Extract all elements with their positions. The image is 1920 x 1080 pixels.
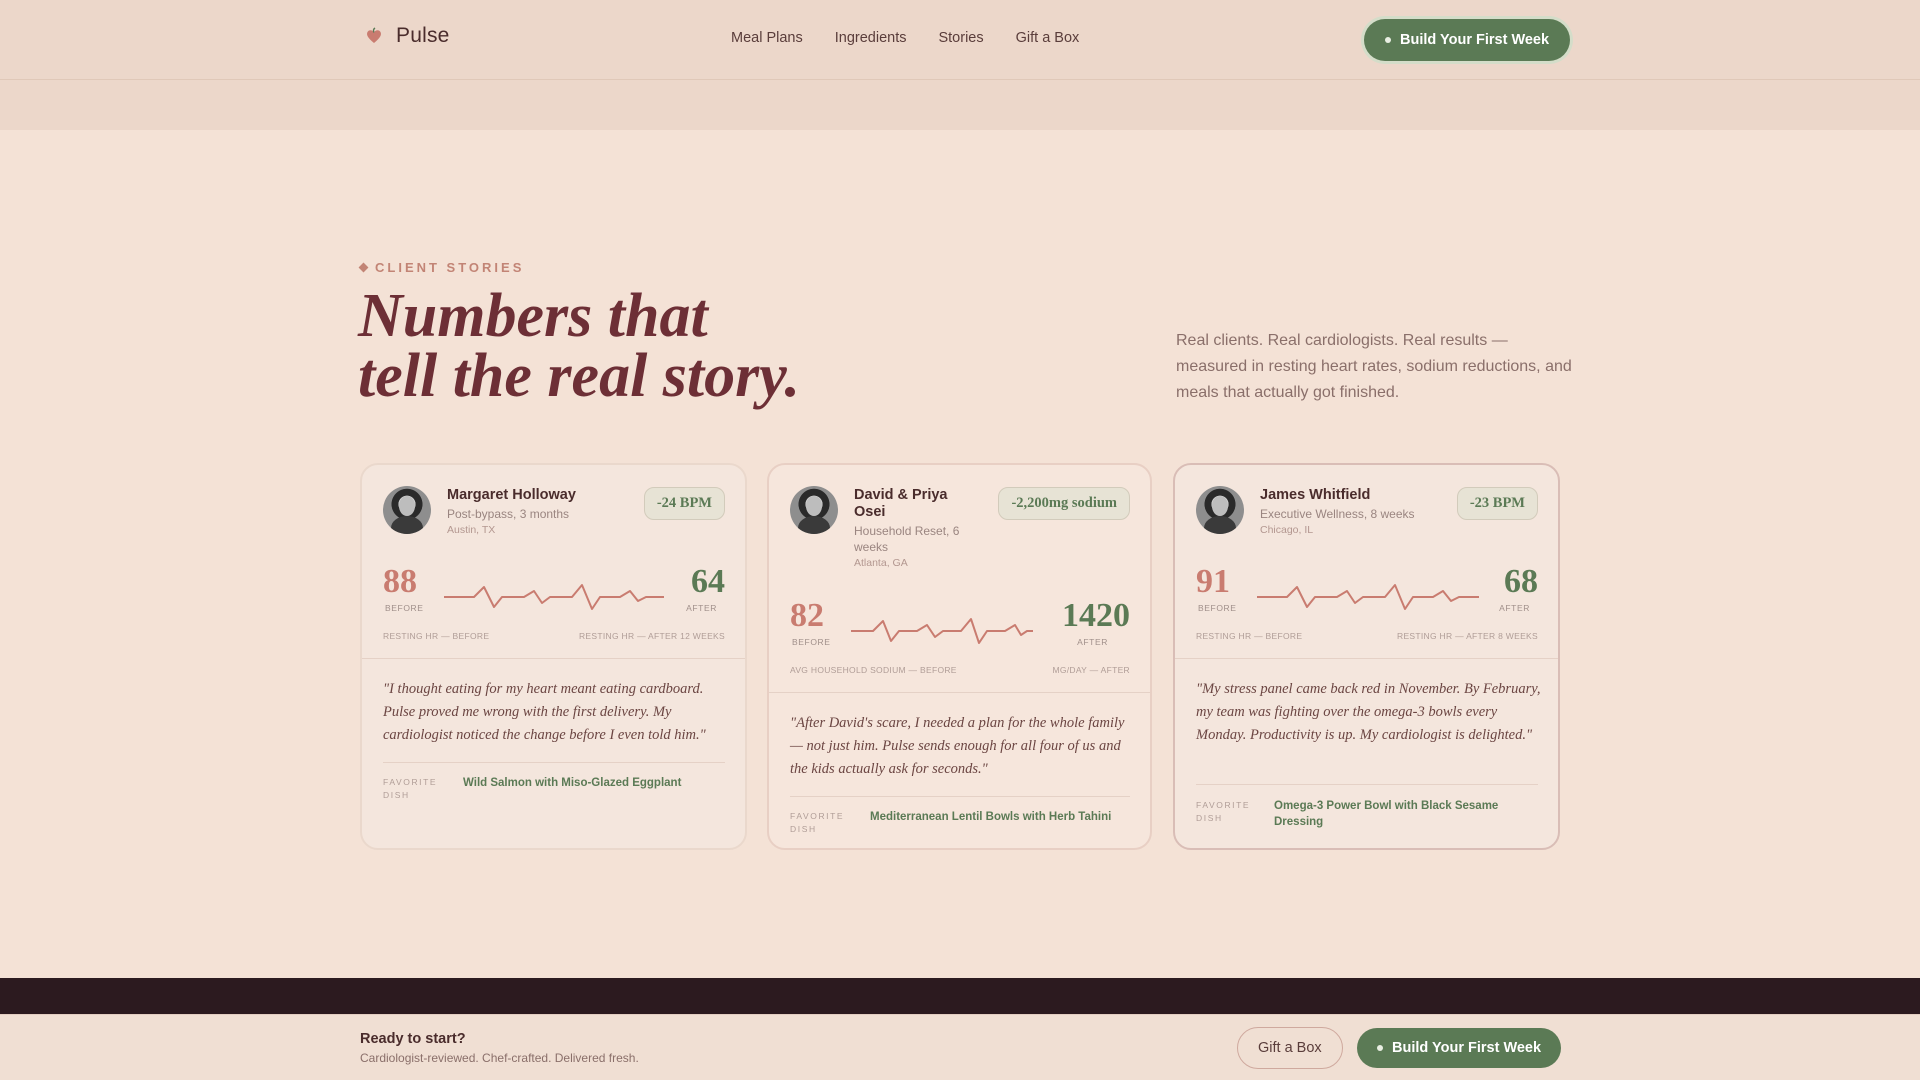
before-value: 88 bbox=[383, 563, 417, 600]
client-location: Atlanta, GA bbox=[854, 557, 908, 569]
caption-after: RESTING HR — AFTER 8 WEEKS bbox=[1397, 631, 1538, 641]
heartbeat-sparkline bbox=[851, 618, 1033, 644]
client-program: Post-bypass, 3 months bbox=[447, 507, 570, 521]
gift-a-box-button[interactable]: Gift a Box bbox=[1237, 1027, 1343, 1069]
cta-subtitle: Cardiologist-reviewed. Chef-crafted. Del… bbox=[360, 1051, 639, 1065]
result-badge: -23 BPM bbox=[1456, 487, 1538, 520]
build-first-week-button[interactable]: Build Your First Week bbox=[1357, 1028, 1562, 1068]
favorite-dish: Mediterranean Lentil Bowls with Herb Tah… bbox=[870, 811, 1112, 823]
favorite-dish-label: FAVORITE DISH bbox=[383, 777, 438, 800]
before-tag: BEFORE bbox=[1198, 603, 1237, 613]
quote-divider bbox=[383, 762, 725, 763]
brand-logo[interactable]: Pulse bbox=[364, 24, 450, 48]
favorite-dish-label: FAVORITE DISH bbox=[790, 811, 845, 834]
brand-name: Pulse bbox=[396, 24, 450, 47]
heartbeat-sparkline bbox=[444, 584, 664, 610]
favorite-dish-label: FAVORITE DISH bbox=[1196, 800, 1251, 823]
caption-before: AVG HOUSEHOLD SODIUM — BEFORE bbox=[790, 665, 957, 675]
before-tag: BEFORE bbox=[792, 637, 831, 647]
dark-footer-band bbox=[0, 978, 1920, 1014]
build-first-week-label: Build Your First Week bbox=[1392, 1040, 1542, 1056]
nav-ingredients[interactable]: Ingredients bbox=[835, 30, 907, 46]
after-tag: AFTER bbox=[1077, 637, 1108, 647]
dot-icon bbox=[1377, 1045, 1383, 1051]
header-band bbox=[0, 80, 1920, 130]
nav-gift-a-box[interactable]: Gift a Box bbox=[1016, 30, 1080, 46]
dot-icon bbox=[1385, 37, 1391, 43]
header-cta-label: Build Your First Week bbox=[1400, 32, 1550, 48]
card-divider bbox=[769, 692, 1150, 693]
cta-title: Ready to start? bbox=[360, 1031, 466, 1047]
quote-divider bbox=[790, 796, 1130, 797]
heartbeat-sparkline bbox=[1257, 584, 1479, 610]
after-tag: AFTER bbox=[1499, 603, 1530, 613]
client-quote: "I thought eating for my heart meant eat… bbox=[383, 681, 706, 743]
sticky-cta-bar: Ready to start? Cardiologist-reviewed. C… bbox=[0, 1014, 1920, 1080]
result-badge: -2,200mg sodium bbox=[998, 487, 1130, 520]
avatar bbox=[790, 486, 838, 534]
client-name: James Whitfield bbox=[1260, 487, 1371, 503]
quote-divider bbox=[1196, 784, 1538, 785]
client-quote: "My stress panel came back red in Novemb… bbox=[1196, 681, 1541, 743]
favorite-dish: Omega-3 Power Bowl with Black Sesame Dre… bbox=[1274, 800, 1499, 828]
story-card-james: James Whitfield Executive Wellness, 8 we… bbox=[1173, 463, 1560, 850]
heart-logo-icon bbox=[367, 27, 381, 43]
client-name: David & Priya Osei bbox=[854, 487, 948, 520]
caption-before: RESTING HR — BEFORE bbox=[1196, 631, 1303, 641]
nav-stories[interactable]: Stories bbox=[938, 30, 983, 46]
after-value: 1420 bbox=[1062, 597, 1130, 634]
client-program: Executive Wellness, 8 weeks bbox=[1260, 507, 1415, 521]
after-value: 64 bbox=[691, 563, 725, 600]
section-title: Numbers that tell the real story. bbox=[358, 282, 918, 410]
section-eyebrow: CLIENT STORIES bbox=[358, 260, 525, 275]
after-tag: AFTER bbox=[686, 603, 717, 613]
client-location: Chicago, IL bbox=[1260, 524, 1314, 536]
before-value: 82 bbox=[790, 597, 824, 634]
title-line-2: tell the real story. bbox=[358, 342, 800, 410]
header-cta-button[interactable]: Build Your First Week bbox=[1364, 19, 1571, 61]
client-location: Austin, TX bbox=[447, 524, 496, 536]
nav-meal-plans[interactable]: Meal Plans bbox=[731, 30, 803, 46]
card-divider bbox=[362, 658, 745, 659]
favorite-dish: Wild Salmon with Miso-Glazed Eggplant bbox=[463, 777, 682, 789]
client-program: Household Reset, 6 weeks bbox=[854, 524, 960, 554]
avatar bbox=[1196, 486, 1244, 534]
eyebrow-label: CLIENT STORIES bbox=[375, 260, 525, 275]
avatar bbox=[383, 486, 431, 534]
result-badge: -24 BPM bbox=[643, 487, 725, 520]
before-tag: BEFORE bbox=[385, 603, 424, 613]
caption-before: RESTING HR — BEFORE bbox=[383, 631, 490, 641]
title-line-1: Numbers that bbox=[358, 282, 708, 350]
story-card-david-priya: David & Priya Osei Household Reset, 6 we… bbox=[767, 463, 1152, 850]
main-nav: Meal Plans Ingredients Stories Gift a Bo… bbox=[731, 30, 1079, 46]
site-header: Pulse Meal Plans Ingredients Stories Gif… bbox=[0, 0, 1920, 80]
before-value: 91 bbox=[1196, 563, 1230, 600]
client-name: Margaret Holloway bbox=[447, 487, 576, 503]
story-card-margaret: Margaret Holloway Post-bypass, 3 months … bbox=[360, 463, 747, 850]
caption-after: RESTING HR — AFTER 12 WEEKS bbox=[578, 631, 725, 641]
after-value: 68 bbox=[1504, 563, 1538, 600]
client-quote: "After David's scare, I needed a plan fo… bbox=[790, 715, 1125, 777]
card-divider bbox=[1175, 658, 1558, 659]
section-description: Real clients. Real cardiologists. Real r… bbox=[1176, 332, 1572, 401]
caption-after: MG/DAY — AFTER bbox=[1052, 665, 1130, 675]
diamond-icon bbox=[358, 262, 369, 273]
